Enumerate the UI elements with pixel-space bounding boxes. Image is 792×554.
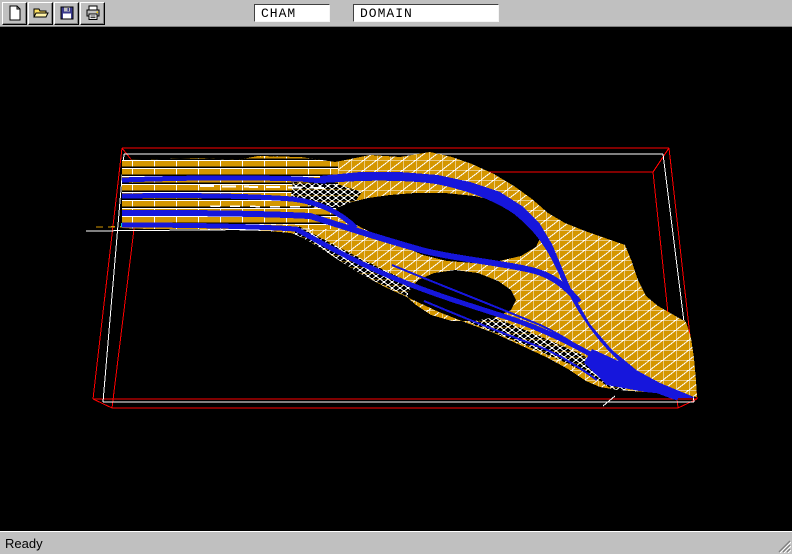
open-folder-icon [33, 5, 49, 21]
scene-canvas [0, 27, 792, 531]
resize-grip[interactable] [778, 540, 791, 553]
app-window: Ready [0, 0, 792, 554]
domain-field[interactable] [353, 4, 499, 22]
new-button[interactable] [2, 2, 27, 25]
print-icon [85, 5, 101, 21]
toolbar [0, 0, 792, 27]
status-bar: Ready [0, 531, 792, 554]
status-text: Ready [5, 536, 43, 551]
new-document-icon [7, 5, 23, 21]
open-button[interactable] [28, 2, 53, 25]
save-button[interactable] [54, 2, 79, 25]
print-button[interactable] [80, 2, 105, 25]
cham-field[interactable] [254, 4, 330, 22]
save-icon [59, 5, 75, 21]
graphics-viewport[interactable] [0, 27, 792, 531]
